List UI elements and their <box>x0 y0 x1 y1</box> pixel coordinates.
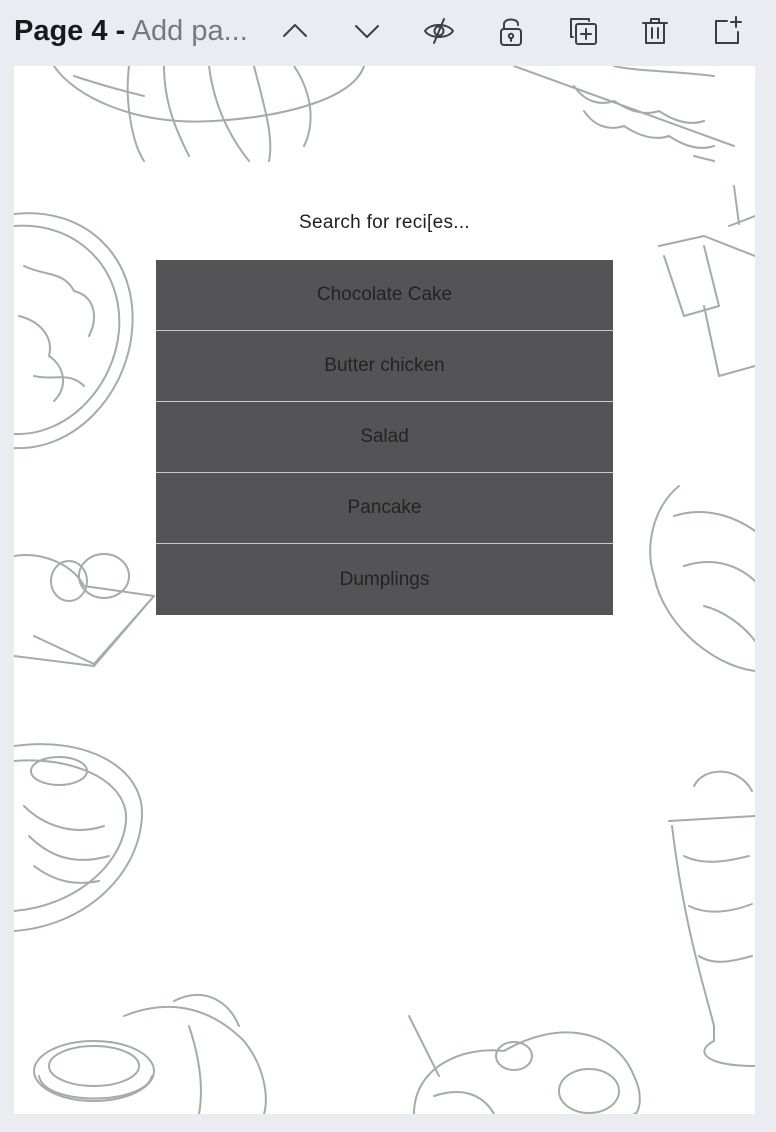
ramen-bowl-illustration <box>14 743 144 932</box>
eye-slash-icon <box>424 18 454 44</box>
lock-page-button[interactable] <box>488 10 534 52</box>
chevron-up-icon <box>283 24 307 37</box>
recipe-item-salad[interactable]: Salad <box>156 402 613 473</box>
design-page-canvas[interactable]: Search for reci[es... Chocolate Cake But… <box>14 66 755 1114</box>
search-recipes-label: Search for reci[es... <box>298 212 471 233</box>
duplicate-page-button[interactable] <box>560 10 606 52</box>
trash-icon <box>642 18 668 44</box>
plate-illustration <box>408 1015 641 1114</box>
recipe-item-pancake[interactable]: Pancake <box>156 473 613 544</box>
add-page-icon <box>715 16 742 44</box>
move-page-down-button[interactable] <box>344 10 390 52</box>
recipe-item-dumplings[interactable]: Dumplings <box>156 544 613 615</box>
chevron-down-icon <box>355 25 379 38</box>
recipe-item-chocolate-cake[interactable]: Chocolate Cake <box>156 260 613 331</box>
dipping-bowl-illustration <box>33 994 267 1114</box>
page-title[interactable]: Page 4 - Add pa... <box>14 12 248 50</box>
page-title-separator: - <box>115 15 126 47</box>
roll-cake-illustration <box>14 553 155 667</box>
unlock-icon <box>500 18 522 46</box>
skewer-illustration <box>513 66 735 162</box>
hide-page-button[interactable] <box>416 10 462 52</box>
page-number: Page 4 <box>14 15 108 47</box>
recipe-item-butter-chicken[interactable]: Butter chicken <box>156 331 613 402</box>
platter-illustration <box>53 66 365 162</box>
add-page-button[interactable] <box>704 10 750 52</box>
delete-page-button[interactable] <box>632 10 678 52</box>
bowl-illustration <box>14 212 134 450</box>
page-title-input[interactable]: Add pa... <box>132 15 248 47</box>
duplicate-icon <box>570 18 597 45</box>
recipe-list: Chocolate Cake Butter chicken Salad Panc… <box>156 260 613 615</box>
grilled-meat-illustration <box>649 485 755 672</box>
move-page-up-button[interactable] <box>272 10 318 52</box>
parfait-glass-illustration <box>668 770 755 1067</box>
page-toolbar: Page 4 - Add pa... <box>0 0 776 64</box>
